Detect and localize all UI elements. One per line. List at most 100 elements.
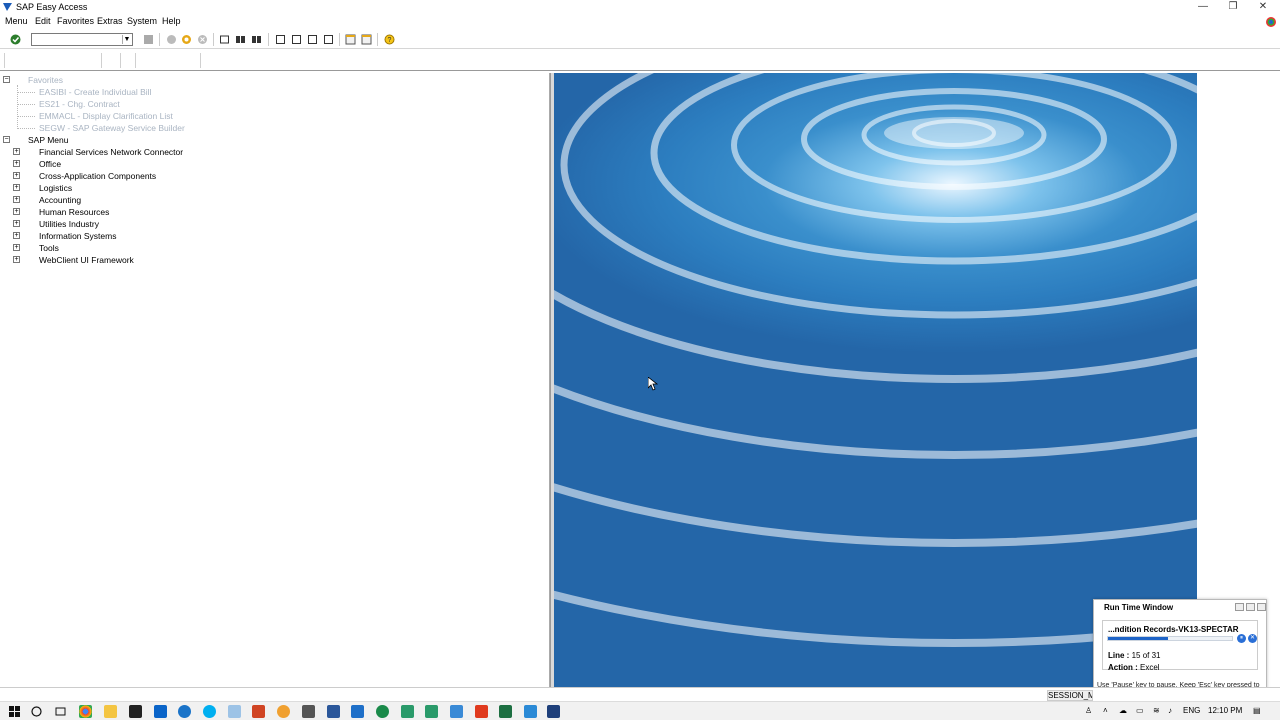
windows-start-icon[interactable] <box>8 705 21 718</box>
excel-icon[interactable] <box>499 705 512 718</box>
acrobat-icon[interactable] <box>475 705 488 718</box>
tree-node-sap-menu[interactable]: SAP Menu <box>28 135 68 145</box>
clock[interactable]: 12:10 PM <box>1208 706 1242 715</box>
app-icon[interactable] <box>228 705 241 718</box>
restore-icon[interactable] <box>1246 603 1255 611</box>
app-icon[interactable] <box>302 705 315 718</box>
menu-node[interactable]: Cross-Application Components <box>39 171 156 181</box>
chevron-up-icon[interactable]: ˄ <box>1103 706 1108 715</box>
command-field[interactable]: ▼ <box>31 33 133 46</box>
next-page-icon[interactable] <box>307 34 318 45</box>
battery-icon[interactable]: ▭ <box>1136 706 1144 715</box>
task-view-icon[interactable] <box>54 705 67 718</box>
menu-node[interactable]: WebClient UI Framework <box>39 255 134 265</box>
expand-icon[interactable]: + <box>13 256 20 263</box>
wifi-icon[interactable]: ≋ <box>1153 706 1160 715</box>
expand-icon[interactable]: + <box>13 220 20 227</box>
chevron-down-icon[interactable]: ▼ <box>122 35 131 44</box>
tree-connector <box>17 104 35 105</box>
new-session-icon[interactable] <box>345 34 356 45</box>
chrome-icon[interactable] <box>79 705 92 718</box>
find-icon[interactable] <box>235 34 246 45</box>
favorite-item[interactable]: SEGW - SAP Gateway Service Builder <box>39 123 185 133</box>
menu-node[interactable]: Office <box>39 159 61 169</box>
expand-icon[interactable]: + <box>13 172 20 179</box>
language-indicator[interactable]: ENG <box>1183 706 1200 715</box>
minimize-icon[interactable] <box>1235 603 1244 611</box>
outlook-icon[interactable] <box>154 705 167 718</box>
expand-icon[interactable]: + <box>13 244 20 251</box>
expand-icon[interactable]: + <box>13 160 20 167</box>
menu-node[interactable]: Information Systems <box>39 231 116 241</box>
help-icon[interactable]: ? <box>384 34 395 45</box>
network-icon[interactable]: ☁ <box>1119 706 1127 715</box>
run-time-window-header[interactable]: Run Time Window <box>1094 600 1266 615</box>
expand-icon[interactable]: + <box>13 208 20 215</box>
expand-icon[interactable]: + <box>13 196 20 203</box>
first-page-icon[interactable] <box>275 34 286 45</box>
menu-node[interactable]: Human Resources <box>39 207 109 217</box>
notifications-icon[interactable]: ▤ <box>1253 706 1261 715</box>
powerpoint-icon[interactable] <box>252 705 265 718</box>
tree-connector <box>17 128 35 129</box>
menu-item-help[interactable]: Help <box>162 16 181 26</box>
collapse-favorites-icon[interactable]: − <box>3 76 10 83</box>
tree-node-favorites[interactable]: Favorites <box>28 75 63 85</box>
menu-bar: Menu Edit Favorites Extras System Help <box>0 15 1280 29</box>
menu-node[interactable]: Accounting <box>39 195 81 205</box>
menu-node[interactable]: Financial Services Network Connector <box>39 147 183 157</box>
previous-page-icon[interactable] <box>291 34 302 45</box>
menu-item-extras[interactable]: Extras <box>97 16 123 26</box>
collapse-sap-menu-icon[interactable]: − <box>3 136 10 143</box>
menu-item-menu[interactable]: Menu <box>5 16 28 26</box>
toolbar-separator <box>213 33 214 46</box>
exit-icon[interactable] <box>181 34 192 45</box>
shortcut-icon[interactable] <box>361 34 372 45</box>
close-icon[interactable] <box>1257 603 1266 611</box>
volume-icon[interactable]: ♪ <box>1168 706 1172 715</box>
menu-node[interactable]: Utilities Industry <box>39 219 99 229</box>
skype-icon[interactable] <box>203 705 216 718</box>
people-icon[interactable]: ♙ <box>1085 706 1092 715</box>
menu-node[interactable]: Tools <box>39 243 59 253</box>
app-icon[interactable] <box>351 705 364 718</box>
favorite-item[interactable]: EASIBI - Create Individual Bill <box>39 87 151 97</box>
word-icon[interactable] <box>327 705 340 718</box>
windows-taskbar: ♙ ˄ ☁ ▭ ≋ ♪ ENG 12:10 PM ▤ <box>0 701 1280 720</box>
app-icon[interactable] <box>129 705 142 718</box>
menu-item-favorites[interactable]: Favorites <box>57 16 94 26</box>
back-icon[interactable] <box>166 34 177 45</box>
sap-logon-icon[interactable] <box>277 705 290 718</box>
minimize-button[interactable]: — <box>1188 0 1218 15</box>
toolbar-separator <box>159 33 160 46</box>
cancel-icon[interactable] <box>197 34 208 45</box>
enter-checkmark-icon[interactable] <box>10 34 21 45</box>
sap-gui-icon[interactable] <box>547 705 560 718</box>
close-button[interactable]: ✕ <box>1248 0 1278 15</box>
favorite-item[interactable]: ES21 - Chg. Contract <box>39 99 120 109</box>
expand-icon[interactable]: + <box>13 232 20 239</box>
app-icon[interactable] <box>401 705 414 718</box>
expand-icon[interactable]: + <box>13 184 20 191</box>
print-icon[interactable] <box>219 34 230 45</box>
app-icon[interactable] <box>425 705 438 718</box>
menu-item-edit[interactable]: Edit <box>35 16 51 26</box>
favorite-item[interactable]: EMMACL - Display Clarification List <box>39 111 173 121</box>
edge-icon[interactable] <box>376 705 389 718</box>
menu-item-system[interactable]: System <box>127 16 157 26</box>
save-icon[interactable] <box>143 34 154 45</box>
file-explorer-icon[interactable] <box>104 705 117 718</box>
search-icon[interactable] <box>30 705 43 718</box>
edge-icon[interactable] <box>178 705 191 718</box>
maximize-button[interactable]: ❐ <box>1218 0 1248 15</box>
expand-icon[interactable]: + <box>13 148 20 155</box>
find-next-icon[interactable] <box>251 34 262 45</box>
menu-node[interactable]: Logistics <box>39 183 72 193</box>
app-icon[interactable] <box>450 705 463 718</box>
line-label: Line : <box>1108 651 1130 660</box>
app-icon[interactable] <box>524 705 537 718</box>
stop-icon[interactable]: ✕ <box>1248 634 1257 643</box>
session-indicator[interactable]: SESSION_M <box>1047 690 1093 701</box>
last-page-icon[interactable] <box>323 34 334 45</box>
pause-icon[interactable]: ⏸ <box>1237 634 1246 643</box>
